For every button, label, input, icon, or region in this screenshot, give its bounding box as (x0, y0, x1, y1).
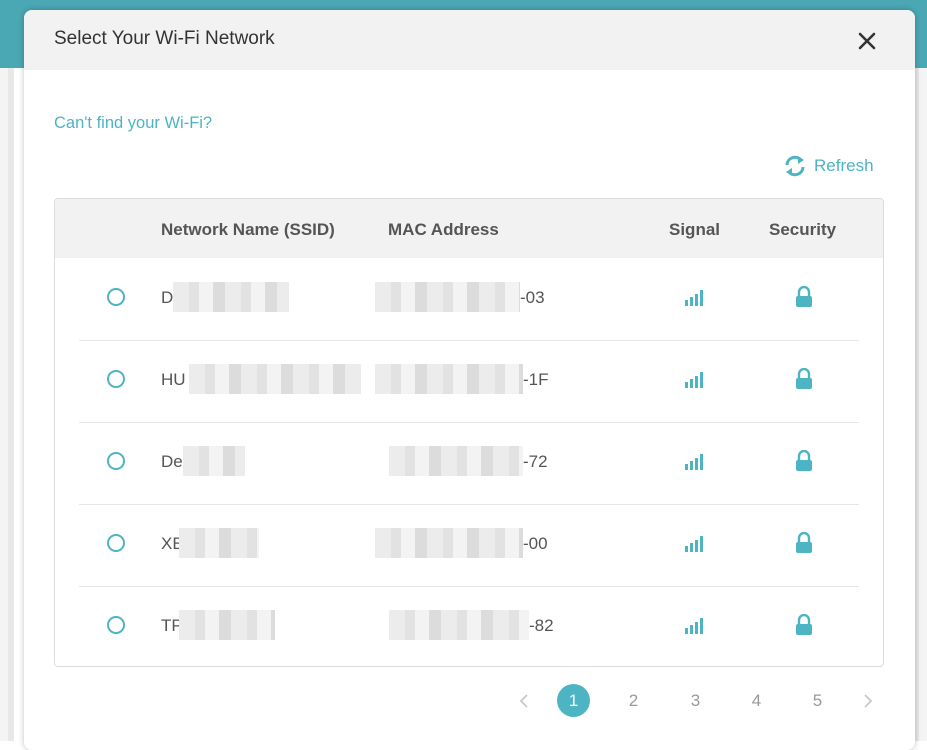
mac-text: -1F (523, 370, 549, 389)
close-icon[interactable] (858, 32, 876, 50)
lock-icon (796, 286, 812, 307)
column-header-signal: Signal (669, 220, 721, 239)
lock-icon (796, 368, 812, 389)
table-header: Network Name (SSID) MAC Address Signal S… (55, 199, 883, 258)
ssid-redacted (183, 446, 245, 476)
column-header-mac: MAC Address (388, 220, 499, 239)
mac-text: -03 (520, 288, 545, 307)
mac-text: -00 (523, 534, 548, 553)
network-radio[interactable] (107, 370, 125, 388)
mac-redacted (389, 446, 523, 476)
cant-find-wifi-link[interactable]: Can't find your Wi-Fi? (54, 114, 212, 133)
mac-text: -72 (523, 452, 548, 471)
chevron-left-icon (519, 694, 528, 708)
lock-icon (796, 614, 812, 635)
signal-icon (685, 618, 703, 634)
mac-redacted (389, 610, 529, 640)
page-button-4[interactable]: 4 (740, 684, 773, 717)
page-button-5[interactable]: 5 (801, 684, 834, 717)
table-row[interactable]: De -72 (55, 422, 883, 504)
ssid-text: De (161, 452, 183, 471)
page-button-2[interactable]: 2 (617, 684, 650, 717)
wifi-select-dialog: Select Your Wi-Fi Network Can't find you… (24, 10, 915, 750)
column-header-ssid: Network Name (SSID) (161, 220, 335, 239)
next-page-button[interactable] (858, 691, 878, 711)
refresh-label: Refresh (814, 156, 874, 175)
signal-icon (685, 536, 703, 552)
signal-icon (685, 372, 703, 388)
ssid-redacted (179, 610, 275, 640)
table-row[interactable]: HU -1F (55, 340, 883, 422)
ssid-redacted (179, 528, 259, 558)
dialog-header: Select Your Wi-Fi Network (24, 10, 915, 70)
ssid-redacted (173, 282, 289, 312)
ssid-redacted (189, 364, 361, 394)
mac-text: -82 (529, 616, 554, 635)
table-row[interactable]: De -03 (55, 258, 883, 340)
dialog-title: Select Your Wi-Fi Network (54, 28, 275, 49)
lock-icon (796, 532, 812, 553)
network-radio[interactable] (107, 616, 125, 634)
refresh-button[interactable]: Refresh (782, 154, 874, 178)
close-button[interactable] (850, 24, 884, 58)
mac-redacted (375, 364, 523, 394)
network-radio[interactable] (107, 534, 125, 552)
network-radio[interactable] (107, 288, 125, 306)
lock-icon (796, 450, 812, 471)
refresh-icon (785, 155, 805, 177)
signal-icon (685, 454, 703, 470)
table-row[interactable]: XE -00 (55, 504, 883, 586)
network-radio[interactable] (107, 452, 125, 470)
mac-redacted (375, 282, 520, 312)
mac-redacted (375, 528, 523, 558)
table-row[interactable]: TP -82 (55, 586, 883, 666)
signal-icon (685, 290, 703, 306)
prev-page-button[interactable] (514, 691, 534, 711)
column-header-security: Security (769, 220, 837, 239)
network-table: Network Name (SSID) MAC Address Signal S… (54, 198, 884, 667)
page-button-3[interactable]: 3 (679, 684, 712, 717)
chevron-right-icon (864, 694, 873, 708)
page-button-1[interactable]: 1 (557, 684, 590, 717)
ssid-text: HU (161, 370, 186, 389)
